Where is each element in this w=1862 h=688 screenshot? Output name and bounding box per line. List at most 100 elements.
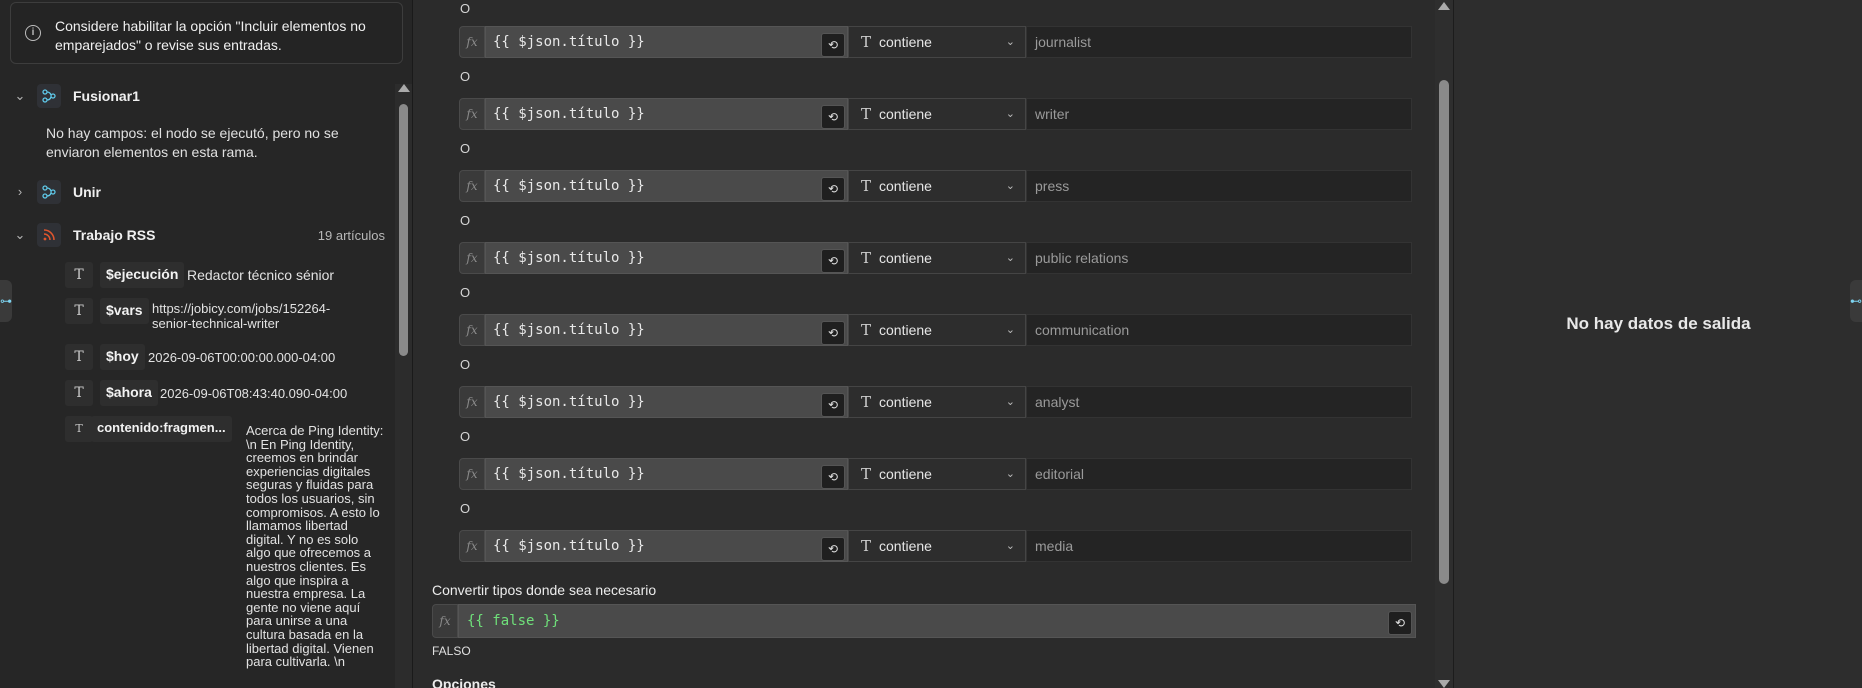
condition-expression[interactable]: {{ $json.título }} [485, 530, 848, 562]
no-fields-message: No hay campos: el nodo se ejecutó, pero … [46, 125, 339, 160]
chevron-down-icon[interactable]: ⌄ [14, 89, 26, 102]
string-type-icon: T [861, 249, 872, 267]
condition-value-input[interactable]: analyst [1026, 386, 1412, 418]
or-label: O [460, 141, 471, 156]
condition-row: fx{{ $json.título }} ⟲ Tcontiene ⌄ journalis… [459, 26, 1412, 58]
or-label: O [460, 429, 471, 444]
condition-value-input[interactable]: press [1026, 170, 1412, 202]
reset-icon[interactable]: ⟲ [821, 393, 845, 417]
input-connector-icon[interactable]: ⊶ [0, 280, 12, 322]
or-label: O [460, 213, 471, 228]
app-root: i Considere habilitar la opción "Incluir… [0, 0, 1862, 688]
string-type-icon: T [65, 344, 93, 370]
output-panel: No hay datos de salida ⊷ [1453, 0, 1862, 688]
chevron-down-icon: ⌄ [1005, 396, 1015, 408]
scroll-up-arrow-icon[interactable] [1438, 2, 1450, 10]
middle-scrollbar-thumb[interactable] [1439, 80, 1449, 584]
field-name[interactable]: contenido:fragmen... [91, 416, 232, 442]
fx-icon: fx [432, 604, 458, 638]
tree-node-unir[interactable]: › Unir [0, 180, 395, 204]
condition-value-input[interactable]: public relations [1026, 242, 1412, 274]
operator-select[interactable]: Tcontiene ⌄ [848, 26, 1026, 58]
condition-expression[interactable]: {{ $json.título }} [485, 170, 848, 202]
chevron-down-icon: ⌄ [1005, 252, 1015, 264]
condition-expression[interactable]: {{ $json.título }} [485, 386, 848, 418]
rss-icon [37, 223, 61, 247]
condition-row: fx{{ $json.título }} ⟲ Tcontiene ⌄ communica… [459, 314, 1412, 346]
field-name[interactable]: $ahora [100, 380, 158, 406]
info-icon: i [25, 25, 41, 41]
or-label: O [460, 501, 471, 516]
input-panel: i Considere habilitar la opción "Incluir… [0, 0, 413, 688]
condition-value-input[interactable]: communication [1026, 314, 1412, 346]
condition-value-input[interactable]: media [1026, 530, 1412, 562]
operator-select[interactable]: Tcontiene ⌄ [848, 386, 1026, 418]
fx-icon: fx [459, 26, 485, 58]
reset-icon[interactable]: ⟲ [821, 33, 845, 57]
fx-icon: fx [459, 314, 485, 346]
fx-icon: fx [459, 386, 485, 418]
tree-node-fusionar1[interactable]: ⌄ Fusionar1 [0, 84, 395, 108]
operator-select[interactable]: Tcontiene ⌄ [848, 242, 1026, 274]
tree-node-trabajo-rss[interactable]: ⌄ Trabajo RSS 19 artículos [0, 223, 395, 247]
condition-expression[interactable]: {{ $json.título }} [485, 98, 848, 130]
field-name[interactable]: $vars [100, 298, 149, 324]
string-type-icon: T [861, 105, 872, 123]
reset-icon[interactable]: ⟲ [821, 537, 845, 561]
operator-label: contiene [879, 538, 932, 554]
reset-icon[interactable]: ⟲ [1388, 611, 1412, 635]
or-label: O [460, 357, 471, 372]
fx-icon: fx [459, 98, 485, 130]
string-type-icon: T [65, 262, 93, 288]
operator-label: contiene [879, 322, 932, 338]
convert-expression[interactable]: {{ false }} [458, 604, 1416, 638]
fx-icon: fx [459, 170, 485, 202]
merge-icon [37, 84, 61, 108]
reset-icon[interactable]: ⟲ [821, 321, 845, 345]
warning-callout: i Considere habilitar la opción "Incluir… [10, 2, 403, 64]
field-value: Acerca de Ping Identity: \n En Ping Iden… [246, 423, 384, 670]
condition-expression[interactable]: {{ $json.título }} [485, 458, 848, 490]
reset-icon[interactable]: ⟲ [821, 105, 845, 129]
field-value: Redactor técnico sénior [187, 267, 335, 283]
reset-icon[interactable]: ⟲ [821, 177, 845, 201]
reset-icon[interactable]: ⟲ [821, 249, 845, 273]
chevron-right-icon[interactable]: › [14, 185, 26, 198]
string-type-icon: T [861, 465, 872, 483]
operator-select[interactable]: Tcontiene ⌄ [848, 314, 1026, 346]
operator-label: contiene [879, 106, 932, 122]
condition-expression[interactable]: {{ $json.título }} [485, 242, 848, 274]
merge-icon [37, 180, 61, 204]
operator-select[interactable]: Tcontiene ⌄ [848, 170, 1026, 202]
tree-node-label: Trabajo RSS [73, 227, 156, 243]
operator-select[interactable]: Tcontiene ⌄ [848, 530, 1026, 562]
condition-value-input[interactable]: writer [1026, 98, 1412, 130]
condition-expression[interactable]: {{ $json.título }} [485, 314, 848, 346]
or-label: O [460, 1, 471, 16]
condition-value-input[interactable]: editorial [1026, 458, 1412, 490]
scroll-up-arrow-icon[interactable] [398, 84, 410, 92]
operator-label: contiene [879, 34, 932, 50]
chevron-down-icon: ⌄ [1005, 180, 1015, 192]
output-connector-icon[interactable]: ⊷ [1850, 280, 1862, 322]
reset-icon[interactable]: ⟲ [821, 465, 845, 489]
string-type-icon: T [861, 33, 872, 51]
string-type-icon: T [65, 298, 93, 324]
condition-expression[interactable]: {{ $json.título }} [485, 26, 848, 58]
fx-icon: fx [459, 530, 485, 562]
operator-select[interactable]: Tcontiene ⌄ [848, 98, 1026, 130]
fx-icon: fx [459, 458, 485, 490]
scroll-down-arrow-icon[interactable] [1438, 680, 1450, 688]
fx-icon: fx [459, 242, 485, 274]
operator-label: contiene [879, 250, 932, 266]
chevron-down-icon[interactable]: ⌄ [14, 228, 26, 241]
chevron-down-icon: ⌄ [1005, 108, 1015, 120]
operator-select[interactable]: Tcontiene ⌄ [848, 458, 1026, 490]
convert-types-field[interactable]: fx {{ false }} ⟲ [432, 604, 1416, 638]
left-scrollbar-thumb[interactable] [399, 104, 408, 356]
parameters-panel: O fx{{ $json.título }} ⟲ Tcontiene ⌄ journal… [413, 0, 1453, 688]
field-name[interactable]: $hoy [100, 344, 145, 370]
condition-value-input[interactable]: journalist [1026, 26, 1412, 58]
condition-row: fx{{ $json.título }} ⟲ Tcontiene ⌄ press [459, 170, 1412, 202]
field-name[interactable]: $ejecución [100, 262, 185, 288]
